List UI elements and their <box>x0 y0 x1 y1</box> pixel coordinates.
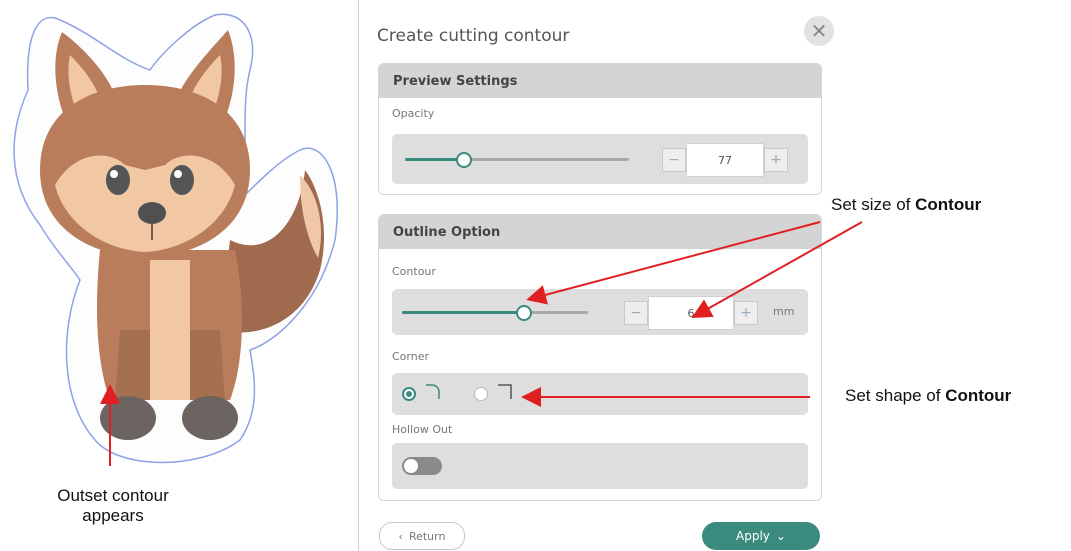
panel-title: Create cutting contour <box>377 26 570 46</box>
opacity-slider-handle[interactable] <box>456 152 472 168</box>
fox-left-eye <box>106 165 130 195</box>
contour-stepper: − 6 + <box>624 296 758 330</box>
contour-row: − 6 + mm <box>392 289 808 335</box>
hollow-out-toggle[interactable] <box>402 457 442 475</box>
opacity-stepper: − 77 + <box>662 143 788 177</box>
opacity-input[interactable]: 77 <box>686 143 764 177</box>
hollow-out-toggle-knob <box>404 459 418 473</box>
contour-input[interactable]: 6 <box>648 296 734 330</box>
fox-right-foot <box>182 396 238 440</box>
annotation-set-size: Set size of Contour <box>831 195 982 214</box>
contour-decrement-button[interactable]: − <box>624 301 648 325</box>
fox-right-eye <box>170 165 194 195</box>
square-corner-icon <box>498 384 512 399</box>
fox-illustration <box>13 13 339 464</box>
outline-option-header: Outline Option <box>379 215 821 249</box>
apply-label: Apply <box>736 529 770 543</box>
hollow-out-row <box>392 443 808 489</box>
opacity-label: Opacity <box>392 107 435 120</box>
contour-slider[interactable] <box>402 305 588 321</box>
preview-settings-header: Preview Settings <box>379 64 821 98</box>
close-button[interactable]: ✕ <box>804 16 834 46</box>
return-button[interactable]: ‹ Return <box>379 522 465 550</box>
opacity-increment-button[interactable]: + <box>764 148 788 172</box>
preview-settings-card: Preview Settings Opacity − 77 + <box>378 63 822 195</box>
hollow-out-label: Hollow Out <box>392 423 453 436</box>
opacity-slider-fill <box>405 158 462 161</box>
return-label: Return <box>408 529 446 543</box>
chevron-down-icon: ⌄ <box>775 529 786 543</box>
apply-button[interactable]: Apply ⌄ <box>702 522 820 550</box>
chevron-left-icon: ‹ <box>398 529 403 543</box>
opacity-decrement-button[interactable]: − <box>662 148 686 172</box>
contour-unit: mm <box>773 305 795 318</box>
annotation-set-shape: Set shape of Contour <box>845 386 1012 405</box>
round-corner-icon <box>426 384 440 399</box>
opacity-row: − 77 + <box>392 134 808 184</box>
contour-increment-button[interactable]: + <box>734 301 758 325</box>
contour-slider-handle[interactable] <box>516 305 532 321</box>
corner-square-radio[interactable] <box>474 387 488 401</box>
corner-label: Corner <box>392 350 430 363</box>
fox-left-foot <box>100 396 156 440</box>
close-icon: ✕ <box>810 19 828 43</box>
opacity-slider[interactable] <box>405 152 629 168</box>
fox-nose <box>138 202 166 224</box>
contour-slider-fill <box>402 311 522 314</box>
create-contour-panel: Create cutting contour ✕ Preview Setting… <box>358 0 834 551</box>
corner-round-radio[interactable] <box>402 387 416 401</box>
corner-row <box>392 373 808 415</box>
annotation-outset-contour: Outset contour appears <box>57 486 169 525</box>
outline-option-card: Outline Option Contour − 6 + mm Corner H… <box>378 214 822 501</box>
contour-label: Contour <box>392 265 436 278</box>
